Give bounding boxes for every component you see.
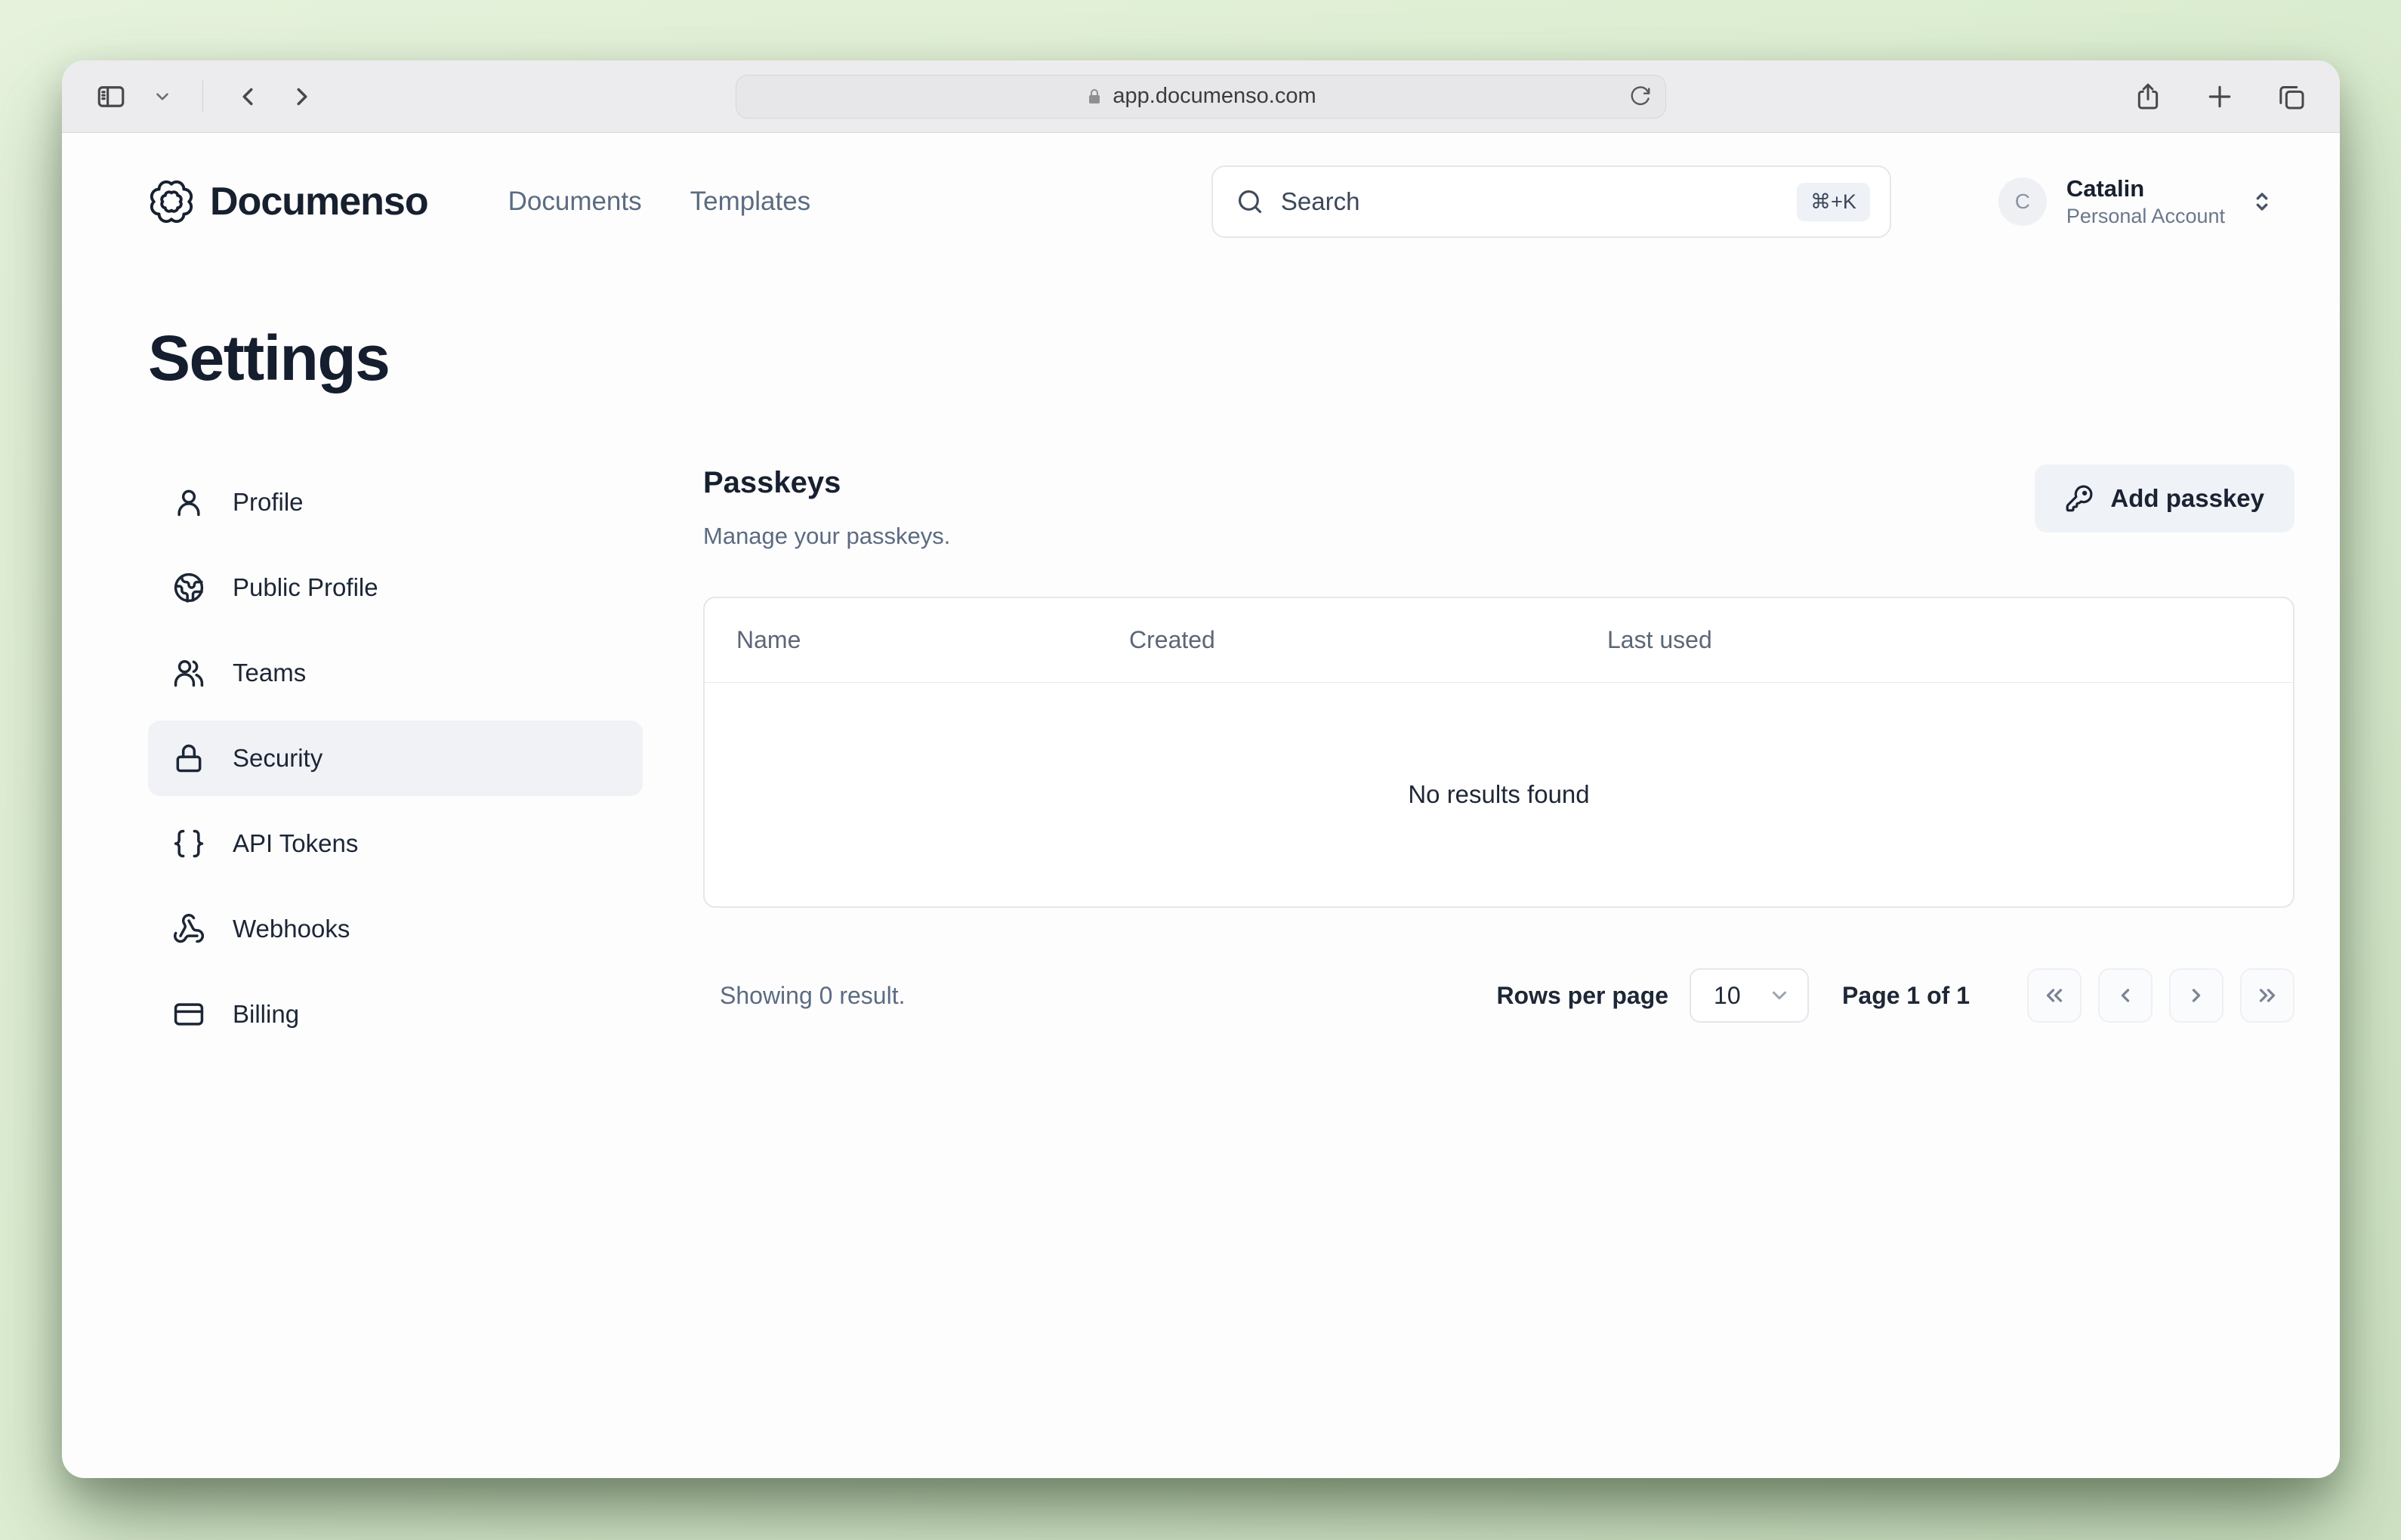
documenso-logo-icon xyxy=(148,178,195,225)
column-header-created: Created xyxy=(1129,626,1607,654)
section-subtitle: Manage your passkeys. xyxy=(703,523,950,550)
passkeys-section: Passkeys Manage your passkeys. Add passk… xyxy=(703,464,2295,1062)
passkeys-table: Name Created Last used No results found xyxy=(703,597,2295,908)
lock-icon xyxy=(172,742,205,775)
url-bar[interactable]: app.documenso.com xyxy=(736,75,1666,119)
results-count: Showing 0 result. xyxy=(720,982,905,1010)
nav-templates[interactable]: Templates xyxy=(690,187,811,217)
user-icon xyxy=(172,486,205,519)
account-menu[interactable]: C Catalin Personal Account xyxy=(1998,174,2275,230)
webhook-icon xyxy=(172,912,205,946)
app-header: Documenso Documents Templates ⌘+K C Cata… xyxy=(62,133,2340,263)
new-tab-icon[interactable] xyxy=(2205,82,2234,111)
account-type: Personal Account xyxy=(2066,204,2225,230)
column-header-name: Name xyxy=(705,626,1129,654)
table-header-row: Name Created Last used xyxy=(705,598,2293,683)
forward-icon[interactable] xyxy=(288,82,316,111)
brand-name: Documenso xyxy=(210,179,428,224)
browser-window: app.documenso.com xyxy=(62,60,2340,1478)
search-icon xyxy=(1236,187,1264,216)
account-name: Catalin xyxy=(2066,174,2225,204)
chevron-down-icon xyxy=(1768,984,1791,1007)
rows-per-page-select[interactable]: 10 xyxy=(1690,968,1809,1023)
settings-sidebar: Profile Public Profile Teams Security xyxy=(148,464,643,1062)
avatar: C xyxy=(1998,177,2047,226)
brand[interactable]: Documenso xyxy=(148,178,428,225)
back-icon[interactable] xyxy=(233,82,262,111)
browser-toolbar: app.documenso.com xyxy=(62,60,2340,133)
chevrons-up-down-icon xyxy=(2249,189,2275,214)
sidebar-toggle-icon[interactable] xyxy=(95,81,127,113)
reload-icon[interactable] xyxy=(1629,85,1652,108)
sidebar-item-public-profile[interactable]: Public Profile xyxy=(148,550,643,625)
tab-overview-icon[interactable] xyxy=(2276,82,2307,112)
page-title: Settings xyxy=(148,322,2340,395)
sidebar-item-profile[interactable]: Profile xyxy=(148,464,643,540)
page-info: Page 1 of 1 xyxy=(1842,982,1970,1010)
column-header-last-used: Last used xyxy=(1607,626,2293,654)
empty-message: No results found xyxy=(1408,780,1589,809)
sidebar-item-billing[interactable]: Billing xyxy=(148,977,643,1052)
nav-documents[interactable]: Documents xyxy=(508,187,642,217)
first-page-button[interactable] xyxy=(2027,968,2082,1023)
toolbar-divider xyxy=(202,81,203,113)
users-icon xyxy=(172,656,205,690)
url-text: app.documenso.com xyxy=(1113,84,1316,109)
main-nav: Documents Templates xyxy=(508,187,811,217)
last-page-button[interactable] xyxy=(2240,968,2295,1023)
next-page-button[interactable] xyxy=(2169,968,2224,1023)
previous-page-button[interactable] xyxy=(2098,968,2153,1023)
lock-icon xyxy=(1085,88,1103,106)
chevron-down-icon[interactable] xyxy=(153,87,172,106)
credit-card-icon xyxy=(172,998,205,1031)
table-footer: Showing 0 result. Rows per page 10 Page … xyxy=(703,968,2295,1023)
braces-icon xyxy=(172,827,205,860)
section-title: Passkeys xyxy=(703,466,950,500)
rows-per-page-label: Rows per page xyxy=(1496,982,1668,1010)
sidebar-item-webhooks[interactable]: Webhooks xyxy=(148,891,643,967)
add-passkey-button[interactable]: Add passkey xyxy=(2035,464,2295,532)
sidebar-item-api-tokens[interactable]: API Tokens xyxy=(148,806,643,881)
search-input[interactable] xyxy=(1281,187,1780,216)
pagination xyxy=(2027,968,2295,1023)
globe-icon xyxy=(172,571,205,604)
search-shortcut-badge: ⌘+K xyxy=(1797,183,1870,221)
table-empty-state: No results found xyxy=(705,683,2293,906)
share-icon[interactable] xyxy=(2133,82,2163,112)
key-icon xyxy=(2065,484,2094,513)
sidebar-item-security[interactable]: Security xyxy=(148,721,643,796)
sidebar-item-teams[interactable]: Teams xyxy=(148,635,643,711)
search-box[interactable]: ⌘+K xyxy=(1211,165,1891,238)
